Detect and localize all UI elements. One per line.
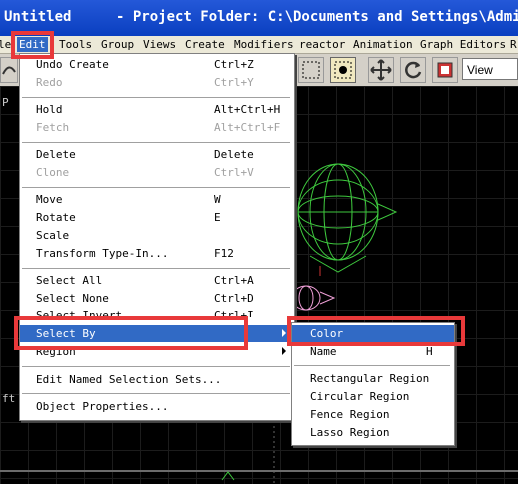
move-icon[interactable]: [368, 57, 394, 83]
window-title-project: - Project Folder: C:\Documents and Setti…: [116, 9, 518, 25]
submenu-item-color[interactable]: Color: [292, 325, 454, 342]
menu-separator: [294, 365, 450, 366]
menu-edit[interactable]: Edit: [17, 37, 48, 52]
green-object-bottom: [221, 471, 235, 481]
menu-item-select-by[interactable]: Select By: [20, 325, 294, 342]
menu-separator: [22, 268, 290, 269]
menu-item-select-all[interactable]: Select All Ctrl+A: [20, 272, 294, 289]
menu-item-select-none[interactable]: Select None Ctrl+D: [20, 290, 294, 307]
menu-edge-left[interactable]: le: [0, 37, 11, 52]
submenu-item-circular-region[interactable]: Circular Region: [292, 388, 454, 405]
menu-item-delete[interactable]: Delete Delete: [20, 146, 294, 163]
submenu-item-fence-region[interactable]: Fence Region: [292, 406, 454, 423]
edit-menu: Undo Create Ctrl+Z Redo Ctrl+Y Hold Alt+Ctr…: [19, 53, 295, 421]
green-wireframe-object: [297, 163, 398, 273]
menu-item-redo: Redo Ctrl+Y: [36, 76, 254, 89]
menu-item-edit-named-selection-sets[interactable]: Edit Named Selection Sets...: [20, 371, 294, 388]
scale-icon[interactable]: [432, 57, 458, 83]
window-title-file: Untitled: [4, 9, 72, 25]
menu-edge-right[interactable]: R: [510, 37, 517, 52]
menu-group[interactable]: Group: [101, 37, 134, 52]
submenu-item-name[interactable]: Name H: [292, 343, 454, 360]
title-bar: Untitled - Project Folder: C:\Documents …: [0, 0, 518, 36]
menu-graph-editors[interactable]: Graph Editors: [420, 37, 506, 52]
menu-item-region[interactable]: Region: [20, 343, 294, 360]
menu-item-undo[interactable]: Undo Create Ctrl+Z: [20, 56, 294, 73]
menu-tools[interactable]: Tools: [59, 37, 92, 52]
menu-item-object-properties[interactable]: Object Properties...: [20, 398, 294, 415]
menu-modifiers[interactable]: Modifiers: [234, 37, 294, 52]
menu-reactor[interactable]: reactor: [299, 37, 345, 52]
submenu-item-rectangular-region[interactable]: Rectangular Region: [292, 370, 454, 387]
rotate-icon[interactable]: [400, 57, 426, 83]
submenu-arrow-icon: [282, 329, 286, 337]
select-region-icon[interactable]: [298, 57, 324, 83]
reference-coordinate-select[interactable]: View: [462, 58, 518, 80]
menu-views[interactable]: Views: [143, 37, 176, 52]
menu-item-move[interactable]: Move W: [20, 191, 294, 208]
curve-tool-icon[interactable]: [0, 57, 18, 83]
menu-animation[interactable]: Animation: [353, 37, 413, 52]
menu-separator: [22, 393, 290, 394]
menu-item-fetch: Fetch Alt+Ctrl+F: [36, 121, 281, 134]
menu-separator: [22, 366, 290, 367]
menu-item-rotate[interactable]: Rotate E: [20, 209, 294, 226]
menu-bar: le Edit Tools Group Views Create Modifie…: [0, 36, 518, 54]
select-by-submenu: Color Name H Rectangular Region Circular …: [291, 322, 455, 446]
submenu-item-lasso-region[interactable]: Lasso Region: [292, 424, 454, 441]
menu-separator: [22, 97, 290, 98]
menu-item-clone: Clone Ctrl+V: [36, 166, 254, 179]
window-crossing-icon[interactable]: [330, 57, 356, 83]
menu-item-scale[interactable]: Scale: [20, 227, 294, 244]
menu-create[interactable]: Create: [185, 37, 225, 52]
menu-separator: [22, 187, 290, 188]
pink-wireframe-object: [291, 285, 336, 311]
menu-item-hold[interactable]: Hold Alt+Ctrl+H: [20, 101, 294, 118]
submenu-arrow-icon: [282, 347, 286, 355]
menu-item-transform-type-in[interactable]: Transform Type-In... F12: [20, 245, 294, 262]
menu-item-select-invert[interactable]: Select Invert Ctrl+I: [20, 307, 294, 317]
menu-separator: [22, 142, 290, 143]
